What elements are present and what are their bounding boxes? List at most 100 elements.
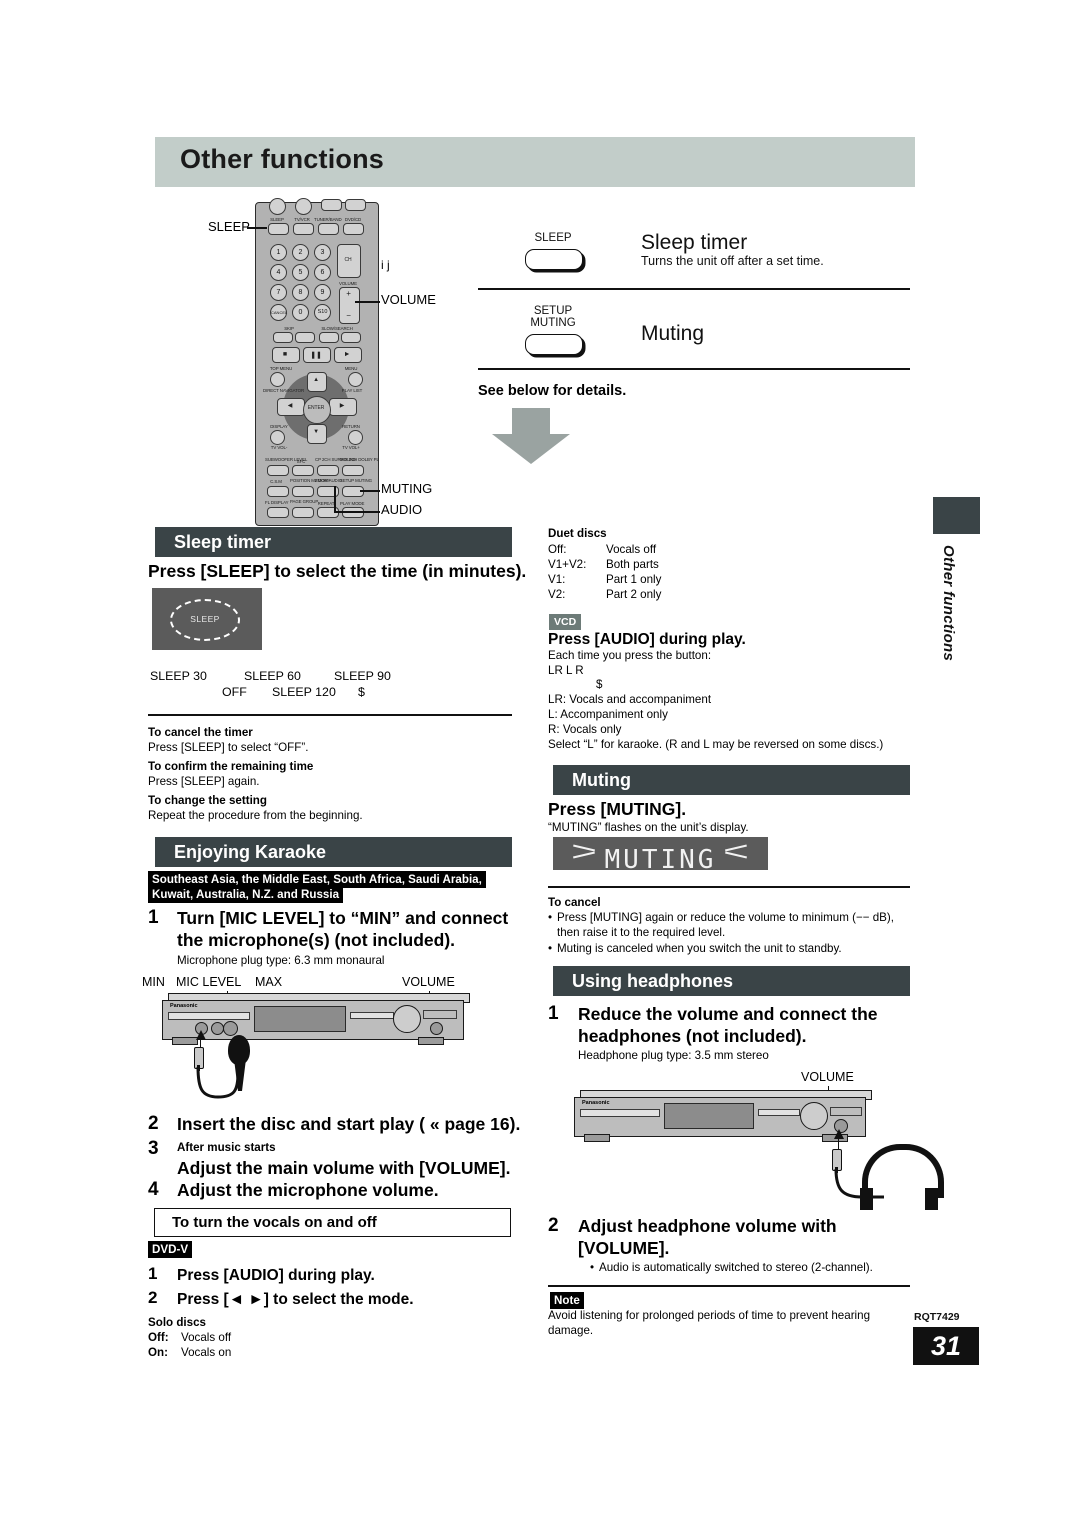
karaoke-step-4-line1: Adjust the microphone volume. bbox=[177, 1180, 439, 1200]
manual-page: Other functions SLEEP TV/VCR TUNER/BAND … bbox=[0, 0, 1080, 1528]
headphones-step-2-number: 2 bbox=[548, 1215, 559, 1236]
hp-device-control-strip-left bbox=[580, 1109, 660, 1117]
section-header-sleep-timer: Sleep timer bbox=[155, 527, 512, 557]
callout-volume-marks: i j bbox=[381, 258, 390, 272]
remote-key-cancel: CANCEL bbox=[270, 304, 287, 321]
duet-row-2-val: Part 1 only bbox=[606, 573, 662, 586]
remote-button-menu bbox=[348, 372, 363, 387]
remote-label-menu: MENU bbox=[344, 366, 358, 371]
device-brand: Panasonic bbox=[170, 1003, 198, 1009]
overview-muting-caption-1: SETUP bbox=[533, 305, 573, 317]
hp-device-foot-left bbox=[584, 1134, 610, 1142]
remote-button-top-left bbox=[269, 198, 286, 215]
karaoke-step-1-sub: Microphone plug type: 6.3 mm monaural bbox=[177, 954, 385, 967]
remote-label-dvd-cd: DVD/CD bbox=[344, 217, 362, 222]
remote-control-illustration: SLEEP TV/VCR TUNER/BAND DVD/CD 1 2 3 4 5… bbox=[255, 198, 385, 527]
remote-label-skip: SKIP bbox=[284, 326, 294, 331]
remote-button-display bbox=[270, 430, 285, 445]
leader-line-audio bbox=[334, 511, 380, 513]
duet-row-0-key: Off: bbox=[548, 543, 567, 556]
headphones-step-2-line1: Adjust headphone volume with bbox=[578, 1216, 837, 1236]
sleep-note-1-body: Press [SLEEP] to select “OFF”. bbox=[148, 741, 309, 754]
device-label-volume: VOLUME bbox=[402, 975, 455, 989]
remote-label-sfc: SFC bbox=[296, 459, 306, 464]
note-text: Avoid listening for prolonged periods of… bbox=[548, 1309, 871, 1337]
divider-sleep-notes bbox=[148, 714, 512, 716]
muting-display-box: MUTING bbox=[553, 837, 768, 875]
sleep-highlight-ellipse: SLEEP bbox=[170, 599, 240, 641]
remote-label-cinema-surround: CP 2CH SURROUND bbox=[315, 457, 357, 462]
solo-discs-row-0-key: Off: bbox=[148, 1331, 169, 1344]
remote-label-enter: ENTER bbox=[307, 405, 325, 411]
karaoke-device-diagram: MIN MIC LEVEL MAX VOLUME Panasonic bbox=[142, 975, 480, 1100]
dvd-step-1-text: Press [AUDIO] during play. bbox=[177, 1267, 375, 1284]
headphones-step-2-sub: Audio is automatically switched to stere… bbox=[599, 1261, 873, 1274]
duet-discs-head: Duet discs bbox=[548, 527, 607, 540]
headphones-step-1-line2: headphones (not included). bbox=[578, 1026, 807, 1046]
remote-button-page-group bbox=[292, 507, 314, 518]
section-header-karaoke: Enjoying Karaoke bbox=[155, 837, 512, 867]
divider-overview-1 bbox=[478, 288, 910, 291]
device-control-strip-left bbox=[168, 1012, 250, 1020]
karaoke-region-label-line2: Kuwait, Australia, N.Z. and Russia bbox=[148, 886, 344, 903]
remote-key-1: 1 bbox=[270, 244, 287, 261]
sleep-seq-off: OFF bbox=[222, 685, 247, 699]
leader-line-sleep bbox=[247, 227, 267, 229]
remote-button-mix-2ch bbox=[342, 465, 364, 476]
document-code: RQT7429 bbox=[914, 1311, 960, 1323]
device-label-mic-max: MAX bbox=[255, 975, 283, 989]
solo-off-key: Off bbox=[148, 1331, 165, 1344]
page-title: Other functions bbox=[180, 144, 384, 174]
remote-key-3: 3 bbox=[314, 244, 331, 261]
sleep-seq-90: SLEEP 90 bbox=[334, 669, 391, 683]
pause-icon: ❚❚ bbox=[310, 352, 322, 359]
remote-label-tuner-band: TUNER/BAND bbox=[314, 217, 342, 222]
dvd-step-2-number: 2 bbox=[148, 1288, 158, 1307]
section-title-sleep-timer: Sleep timer bbox=[174, 532, 272, 552]
remote-label-ch: CH bbox=[344, 257, 352, 263]
remote-label-display: DISPLAY bbox=[270, 424, 288, 429]
muting-flash-left-icon bbox=[573, 844, 597, 863]
section-header-muting: Muting bbox=[553, 765, 910, 795]
vcd-badge: VCD bbox=[549, 614, 582, 630]
side-tab-label: Other functions bbox=[940, 545, 957, 662]
page-number: 31 bbox=[913, 1327, 979, 1365]
device-foot-right bbox=[418, 1037, 444, 1045]
remote-button-top-r1 bbox=[321, 199, 342, 211]
remote-key-8: 8 bbox=[292, 284, 309, 301]
overview-sleep-button: SLEEP bbox=[521, 232, 585, 278]
section-title-headphones: Using headphones bbox=[572, 971, 734, 991]
vcd-row-2: R: Vocals only bbox=[548, 723, 622, 736]
vcd-head: Press [AUDIO] during play. bbox=[548, 631, 746, 648]
callout-muting: MUTING bbox=[381, 481, 433, 496]
remote-label-csm: C.S.M bbox=[270, 479, 282, 484]
device-label-mic-level: MIC LEVEL bbox=[176, 975, 242, 989]
karaoke-step-3-pre: After music starts bbox=[177, 1141, 276, 1154]
divider-overview-2 bbox=[478, 368, 910, 371]
leader-line-audio-v bbox=[334, 486, 336, 512]
device-volume-knob bbox=[393, 1005, 421, 1033]
vcd-sub: Each time you press the button: bbox=[548, 649, 712, 662]
remote-label-tv-vol-minus: TV VOL- bbox=[270, 445, 288, 450]
sleep-timer-instruction: Press [SLEEP] to select the time (in min… bbox=[148, 561, 527, 581]
solo-discs-row-1-key: On: bbox=[148, 1346, 168, 1359]
remote-label-mix-2ch: MIX 2CH DOLBY PL bbox=[340, 457, 379, 462]
overview-sleep-sub: Turns the unit off after a set time. bbox=[641, 254, 824, 268]
duet-row-3-val: Part 2 only bbox=[606, 588, 662, 601]
remote-label-play-mode: PLAY MODE bbox=[340, 501, 365, 506]
bullet-headphones-sub-icon: • bbox=[590, 1261, 595, 1274]
vocals-box-title: To turn the vocals on and off bbox=[172, 1214, 377, 1231]
muting-flash-right-icon bbox=[725, 844, 749, 863]
remote-label-sleep: SLEEP bbox=[270, 217, 284, 222]
vcd-cycle-marker: $ bbox=[596, 678, 603, 691]
remote-label-position-memory: POSITION MEMORY bbox=[290, 478, 331, 483]
remote-button-skip-back bbox=[273, 332, 293, 343]
leader-line-volume bbox=[355, 301, 380, 303]
hp-device-brand: Panasonic bbox=[582, 1100, 610, 1106]
overview-muting-caption-2: MUTING bbox=[530, 317, 576, 329]
bullet-muting-cancel-1-icon: • bbox=[548, 911, 553, 924]
divider-note bbox=[548, 1285, 910, 1287]
karaoke-step-1-line2: the microphone(s) (not included). bbox=[177, 930, 456, 950]
karaoke-step-1-line1: Turn [MIC LEVEL] to “MIN” and connect bbox=[177, 908, 509, 928]
remote-label-tv-vol-plus: TV VOL+ bbox=[342, 445, 360, 450]
